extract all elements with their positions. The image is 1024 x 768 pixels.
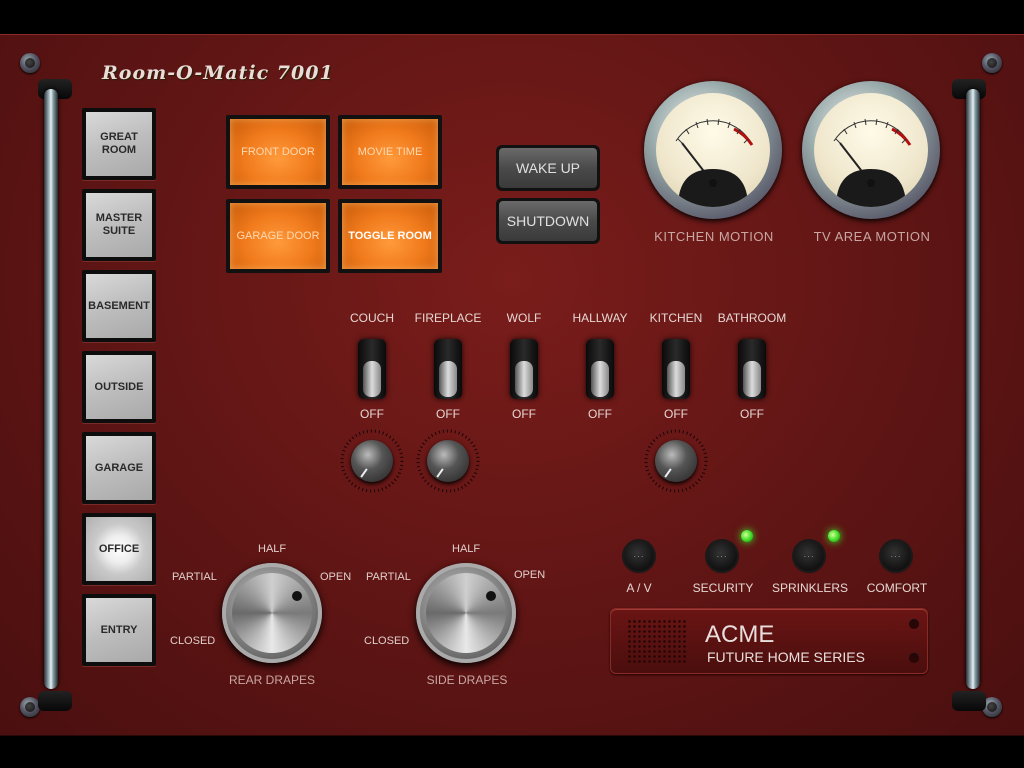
- dimmer-knob-kitchen[interactable]: [644, 429, 708, 493]
- speaker-grill-icon: [627, 619, 687, 665]
- switch-couch[interactable]: [358, 339, 386, 399]
- brand-name: ACME: [705, 621, 775, 648]
- drape-position-label: CLOSED: [364, 635, 410, 647]
- switch-state: OFF: [436, 407, 460, 421]
- dimmer-knob-fireplace[interactable]: [416, 429, 480, 493]
- security-button[interactable]: ···: [707, 541, 737, 571]
- room-button-basement[interactable]: BASEMENT: [82, 270, 156, 342]
- room-button-office[interactable]: OFFICE: [82, 513, 156, 585]
- room-button-label: OFFICE: [86, 517, 152, 581]
- side-drapes-title: SIDE DRAPES: [426, 673, 508, 687]
- screw-icon: [982, 53, 1002, 73]
- screw-icon: [909, 653, 919, 663]
- sprinklers-button[interactable]: ···: [794, 541, 824, 571]
- kitchen-motion-label: KITCHEN MOTION: [654, 229, 774, 244]
- kitchen-motion-gauge: [644, 81, 782, 219]
- right-handle: [952, 79, 986, 711]
- scene-button-toggle-room[interactable]: TOGGLE ROOM: [338, 199, 442, 273]
- switch-label: COUCH: [350, 311, 394, 325]
- rear-drapes-title: REAR DRAPES: [228, 673, 316, 687]
- switch-state: OFF: [740, 407, 764, 421]
- shutdown-label: SHUTDOWN: [499, 201, 597, 241]
- room-button-label: GARAGE: [86, 436, 152, 500]
- switch-fireplace[interactable]: [434, 339, 462, 399]
- room-button-entry[interactable]: ENTRY: [82, 594, 156, 666]
- app-title: Room-O-Matic 7001: [102, 62, 334, 84]
- room-button-outside[interactable]: OUTSIDE: [82, 351, 156, 423]
- comfort-button[interactable]: ···: [881, 541, 911, 571]
- tv-area-motion-gauge: [802, 81, 940, 219]
- scene-button-label: FRONT DOOR: [230, 119, 326, 185]
- left-handle: [38, 79, 72, 711]
- drape-position-label: HALF: [258, 543, 287, 555]
- switch-label: FIREPLACE: [414, 311, 482, 325]
- screw-icon: [909, 619, 919, 629]
- scene-button-garage-door[interactable]: GARAGE DOOR: [226, 199, 330, 273]
- drape-position-label: PARTIAL: [172, 571, 217, 583]
- switch-wolf[interactable]: [510, 339, 538, 399]
- av-button[interactable]: ···: [624, 541, 654, 571]
- drape-position-label: OPEN: [320, 571, 352, 583]
- drape-position-label: PARTIAL: [366, 571, 411, 583]
- switch-label: HALLWAY: [572, 311, 628, 325]
- shutdown-button[interactable]: SHUTDOWN: [496, 198, 600, 244]
- tv-area-motion-label: TV AREA MOTION: [813, 229, 931, 244]
- scene-button-front-door[interactable]: FRONT DOOR: [226, 115, 330, 189]
- security-label: SECURITY: [692, 581, 754, 595]
- switch-label: WOLF: [506, 311, 542, 325]
- room-button-label: GREAT ROOM: [86, 112, 152, 176]
- dimmer-knob-couch[interactable]: [340, 429, 404, 493]
- wake-up-button[interactable]: WAKE UP: [496, 145, 600, 191]
- drape-position-label: OPEN: [514, 569, 546, 581]
- room-button-master-suite[interactable]: MASTER SUITE: [82, 189, 156, 261]
- switch-kitchen[interactable]: [662, 339, 690, 399]
- scene-button-movie-time[interactable]: MOVIE TIME: [338, 115, 442, 189]
- switch-state: OFF: [664, 407, 688, 421]
- comfort-label: COMFORT: [866, 581, 928, 595]
- brand-series: FUTURE HOME SERIES: [707, 649, 865, 665]
- room-button-garage[interactable]: GARAGE: [82, 432, 156, 504]
- switch-label: KITCHEN: [649, 311, 703, 325]
- scene-button-label: TOGGLE ROOM: [342, 203, 438, 269]
- sprinklers-led-icon: [828, 530, 840, 542]
- switch-state: OFF: [360, 407, 384, 421]
- room-button-label: MASTER SUITE: [86, 193, 152, 257]
- screw-icon: [20, 53, 40, 73]
- switch-hallway[interactable]: [586, 339, 614, 399]
- room-button-label: ENTRY: [86, 598, 152, 662]
- switch-state: OFF: [588, 407, 612, 421]
- switch-state: OFF: [512, 407, 536, 421]
- room-button-label: OUTSIDE: [86, 355, 152, 419]
- switch-label: BATHROOM: [717, 311, 787, 325]
- room-button-label: BASEMENT: [86, 274, 152, 338]
- switch-bathroom[interactable]: [738, 339, 766, 399]
- side-drapes-knob[interactable]: [416, 563, 516, 663]
- scene-button-label: GARAGE DOOR: [230, 203, 326, 269]
- room-button-great-room[interactable]: GREAT ROOM: [82, 108, 156, 180]
- rear-drapes-knob[interactable]: [222, 563, 322, 663]
- control-panel: Room-O-Matic 7001 GREAT ROOM MASTER SUIT…: [0, 34, 1024, 736]
- drape-position-label: HALF: [452, 543, 481, 555]
- screw-icon: [20, 697, 40, 717]
- sprinklers-label: SPRINKLERS: [771, 581, 849, 595]
- wake-up-label: WAKE UP: [499, 148, 597, 188]
- drape-position-label: CLOSED: [170, 635, 216, 647]
- brand-plate: ACME FUTURE HOME SERIES: [610, 608, 928, 674]
- scene-button-label: MOVIE TIME: [342, 119, 438, 185]
- security-led-icon: [741, 530, 753, 542]
